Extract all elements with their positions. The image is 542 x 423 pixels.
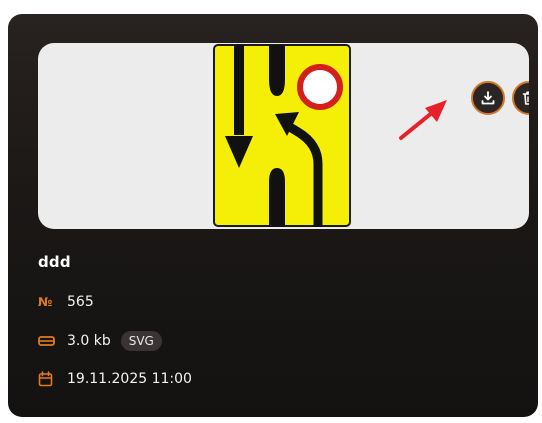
trash-icon (522, 91, 529, 105)
hard-drive-icon (38, 332, 56, 350)
file-card: ddd № 565 3.0 kb SVG 19.11.2025 11:00 (8, 14, 538, 417)
format-badge: SVG (120, 331, 162, 351)
delete-button[interactable] (512, 81, 529, 115)
file-number: 565 (67, 294, 94, 310)
image-preview (38, 43, 529, 229)
file-date-row: 19.11.2025 11:00 (38, 370, 192, 388)
file-size: 3.0 kb (67, 333, 111, 349)
numero-icon: № (38, 295, 53, 309)
road-sign-image (213, 44, 351, 227)
calendar-icon (38, 370, 56, 388)
file-number-row: № 565 (38, 293, 94, 311)
file-size-row: 3.0 kb SVG (38, 331, 162, 351)
download-button[interactable] (471, 81, 505, 115)
download-icon (481, 91, 495, 105)
file-title: ddd (38, 253, 71, 271)
file-datetime: 19.11.2025 11:00 (67, 371, 192, 387)
